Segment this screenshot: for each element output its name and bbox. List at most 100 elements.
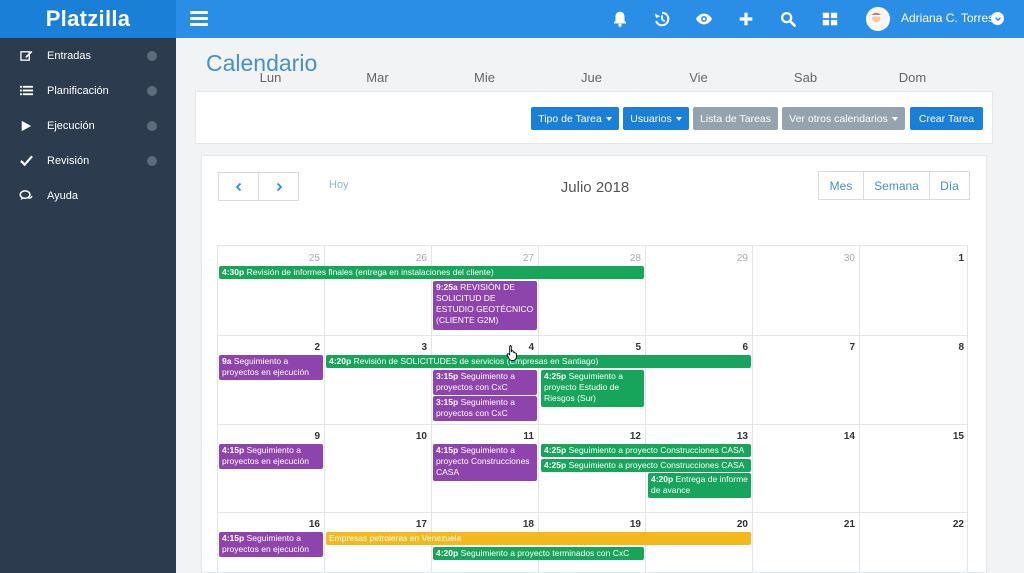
plus-icon[interactable] bbox=[736, 9, 756, 29]
day-number[interactable]: 15 bbox=[924, 431, 964, 442]
check-icon bbox=[19, 154, 33, 168]
day-number[interactable]: 5 bbox=[601, 342, 641, 353]
history-icon[interactable] bbox=[652, 9, 672, 29]
day-number[interactable]: 28 bbox=[601, 253, 641, 264]
calendar-event[interactable]: 4:25p Seguimiento a proyecto Construccio… bbox=[541, 459, 751, 472]
chevron-right-icon bbox=[147, 155, 157, 166]
calendar-event[interactable]: 4:25p Seguimiento a proyecto Estudio de … bbox=[541, 370, 644, 407]
day-number[interactable]: 21 bbox=[815, 519, 855, 530]
day-number[interactable]: 22 bbox=[924, 519, 964, 530]
search-icon[interactable] bbox=[778, 9, 798, 29]
day-number[interactable]: 17 bbox=[387, 519, 427, 530]
chevron-right-icon bbox=[147, 120, 157, 131]
day-number[interactable]: 12 bbox=[601, 431, 641, 442]
task-list-button[interactable]: Lista de Tareas bbox=[693, 107, 778, 130]
day-view-button[interactable]: Día bbox=[929, 171, 970, 200]
today-button[interactable]: Hoy bbox=[329, 179, 349, 191]
sidebar-item-label: Ayuda bbox=[47, 189, 78, 202]
calendar-event[interactable]: 3:15p Seguimiento a proyectos con CxC bbox=[433, 396, 537, 421]
calendar-event[interactable]: Empresas petroleras en Venezuela bbox=[326, 532, 751, 545]
grid-icon[interactable] bbox=[820, 9, 840, 29]
calendar-event[interactable]: 4:20p Revisión de SOLICITUDES de servici… bbox=[326, 355, 751, 368]
day-number[interactable]: 29 bbox=[708, 253, 748, 264]
day-number[interactable]: 8 bbox=[924, 342, 964, 353]
weekday-header: Lun bbox=[259, 70, 282, 85]
users-dropdown[interactable]: Usuarios bbox=[623, 107, 689, 130]
day-number[interactable]: 11 bbox=[494, 431, 534, 442]
grid-line bbox=[217, 245, 968, 246]
list-icon bbox=[19, 84, 33, 98]
day-number[interactable]: 7 bbox=[815, 342, 855, 353]
toolbar-card: Tipo de Tarea Usuarios Lista de Tareas V… bbox=[195, 91, 993, 144]
caret-down-icon bbox=[891, 116, 898, 121]
sidebar-item-ayuda[interactable]: Ayuda bbox=[0, 178, 176, 213]
day-number[interactable]: 18 bbox=[494, 519, 534, 530]
day-number[interactable]: 10 bbox=[387, 431, 427, 442]
grid-line bbox=[859, 245, 860, 573]
day-number[interactable]: 6 bbox=[708, 342, 748, 353]
sidebar-item-planificacion[interactable]: Planificación bbox=[0, 73, 176, 108]
calendar-event[interactable]: 3:15p Seguimiento a proyectos con CxC bbox=[433, 370, 537, 395]
grid-line bbox=[967, 245, 968, 573]
day-number[interactable]: 27 bbox=[494, 253, 534, 264]
day-number[interactable]: 30 bbox=[815, 253, 855, 264]
day-number[interactable]: 3 bbox=[387, 342, 427, 353]
next-month-button[interactable] bbox=[258, 172, 299, 201]
chat-icon bbox=[19, 189, 33, 203]
grid-line bbox=[217, 335, 968, 336]
grid-line bbox=[752, 245, 753, 573]
grid-line bbox=[217, 512, 968, 513]
chevron-down-icon[interactable] bbox=[991, 12, 1004, 25]
calendar-event[interactable]: 4:25p Seguimiento a proyecto Construccio… bbox=[541, 444, 751, 457]
calendar-event[interactable]: 4:30p Revisión de informes finales (entr… bbox=[219, 266, 644, 279]
sidebar: Entradas Planificación Ejecución Revisió… bbox=[0, 38, 176, 573]
week-view-button[interactable]: Semana bbox=[863, 171, 930, 200]
calendar-event[interactable]: 4:20p Entrega de informe de avance bbox=[648, 473, 751, 498]
prev-month-button[interactable] bbox=[218, 172, 259, 201]
sidebar-item-entradas[interactable]: Entradas bbox=[0, 38, 176, 73]
sidebar-item-label: Revisión bbox=[47, 154, 90, 167]
weekday-header: Mar bbox=[366, 70, 389, 85]
month-view-button[interactable]: Mes bbox=[818, 171, 864, 200]
brand-logo[interactable]: Platzilla bbox=[0, 0, 176, 38]
calendar-event[interactable]: 4:15p Seguimiento a proyecto Construccio… bbox=[433, 444, 537, 481]
user-avatar[interactable] bbox=[866, 7, 890, 31]
eye-icon[interactable] bbox=[694, 9, 714, 29]
day-number[interactable]: 19 bbox=[601, 519, 641, 530]
chevron-right-icon bbox=[147, 50, 157, 61]
day-number[interactable]: 14 bbox=[815, 431, 855, 442]
sidebar-item-label: Planificación bbox=[47, 84, 109, 97]
task-type-dropdown[interactable]: Tipo de Tarea bbox=[531, 107, 619, 130]
calendar-event[interactable]: 4:15p Seguimiento a proyectos en ejecuci… bbox=[219, 444, 323, 469]
weekday-header: Dom bbox=[898, 70, 927, 85]
sidebar-item-ejecucion[interactable]: Ejecución bbox=[0, 108, 176, 143]
day-number[interactable]: 1 bbox=[924, 253, 964, 264]
create-task-button[interactable]: Crear Tarea bbox=[910, 107, 983, 130]
edit-icon bbox=[19, 49, 33, 63]
calendar-event[interactable]: 4:20p Seguimiento a proyecto terminados … bbox=[433, 547, 644, 560]
day-number[interactable]: 13 bbox=[708, 431, 748, 442]
bell-icon[interactable] bbox=[610, 9, 630, 29]
user-name[interactable]: Adriana C. Torres bbox=[901, 11, 994, 25]
day-number[interactable]: 16 bbox=[280, 519, 320, 530]
menu-icon[interactable] bbox=[190, 11, 208, 26]
weekday-header: Mie bbox=[474, 70, 495, 85]
sidebar-item-revision[interactable]: Revisión bbox=[0, 143, 176, 178]
play-icon bbox=[19, 119, 33, 133]
sidebar-item-label: Ejecución bbox=[47, 119, 95, 132]
weekday-header: Vie bbox=[689, 70, 708, 85]
chevron-right-icon bbox=[276, 182, 282, 191]
day-number[interactable]: 20 bbox=[708, 519, 748, 530]
day-number[interactable]: 4 bbox=[494, 342, 534, 353]
day-number[interactable]: 2 bbox=[280, 342, 320, 353]
calendar-event[interactable]: 9a Seguimiento a proyectos en ejecución bbox=[219, 355, 323, 380]
day-number[interactable]: 26 bbox=[387, 253, 427, 264]
other-calendars-dropdown[interactable]: Ver otros calendarios bbox=[782, 107, 905, 130]
day-number[interactable]: 25 bbox=[280, 253, 320, 264]
calendar-event[interactable]: 9:25a REVISIÓN DE SOLICITUD DE ESTUDIO G… bbox=[433, 281, 537, 330]
top-bar: Adriana C. Torres bbox=[176, 0, 1024, 38]
day-number[interactable]: 9 bbox=[280, 431, 320, 442]
calendar-event[interactable]: 4:15p Seguimiento a proyectos en ejecuci… bbox=[219, 532, 323, 557]
grid-line bbox=[431, 245, 432, 573]
weekday-header: Jue bbox=[581, 70, 602, 85]
